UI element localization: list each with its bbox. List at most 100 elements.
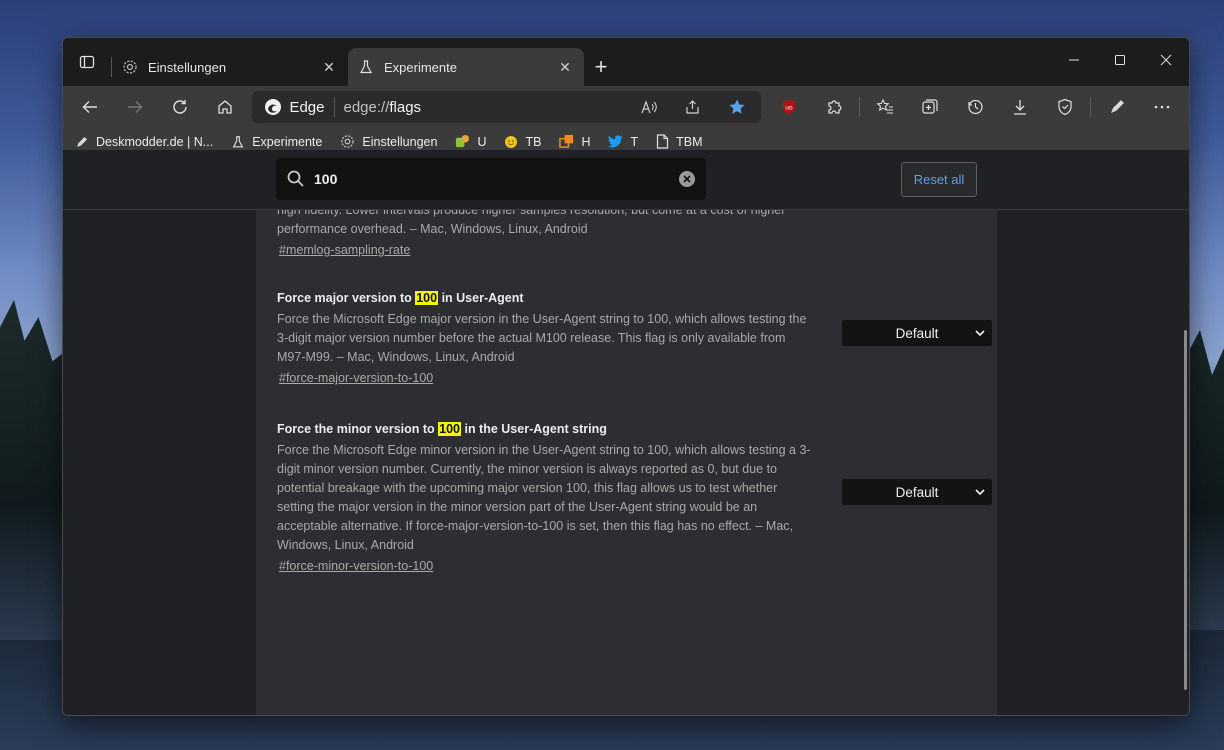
tab-title: Experimente — [384, 59, 457, 75]
url-scheme: edge:// — [343, 98, 390, 116]
gear-icon — [341, 135, 355, 148]
bookmark-u[interactable]: U — [455, 134, 486, 149]
bookmark-tb[interactable]: TB — [504, 135, 541, 149]
plus-icon: + — [594, 54, 608, 79]
experiment-link[interactable]: #memlog-sampling-rate — [279, 243, 977, 257]
bookmark-label: H — [581, 134, 591, 149]
windows-icon — [559, 134, 574, 148]
share-button[interactable] — [675, 93, 711, 121]
flask-icon — [359, 60, 373, 74]
select-value: Default — [895, 325, 939, 341]
experiment-title: Force major version to 100 in User-Agent — [277, 291, 977, 305]
wallpaper-trees-right — [1184, 330, 1224, 630]
read-aloud-button[interactable] — [631, 93, 667, 121]
bookmark-deskmodder[interactable]: Deskmodder.de | N... — [75, 135, 213, 149]
download-icon — [1014, 100, 1027, 115]
gear-icon — [123, 60, 137, 74]
bookmark-h[interactable]: H — [559, 134, 590, 149]
flags-header: 100 Reset all — [63, 150, 1189, 210]
ublock-icon: uo — [782, 99, 795, 115]
forward-button[interactable] — [114, 91, 157, 123]
more-horizontal-icon — [1154, 105, 1169, 109]
home-icon — [218, 100, 232, 114]
close-icon: ✕ — [323, 58, 335, 75]
browser-window: Einstellungen ✕ Experimente ✕ + Edge edg… — [62, 37, 1190, 716]
favorites-button[interactable] — [864, 91, 907, 123]
search-flags-input[interactable]: 100 — [276, 158, 706, 200]
toolbar-separator — [859, 97, 861, 117]
flask-icon — [232, 135, 244, 147]
minimize-button[interactable] — [1051, 38, 1097, 82]
home-button[interactable] — [204, 91, 247, 123]
favorite-button[interactable] — [719, 93, 755, 121]
tab-experimente[interactable]: Experimente ✕ — [348, 48, 584, 86]
title-text: in the User-Agent string — [461, 422, 607, 436]
experiment-link[interactable]: #force-major-version-to-100 — [279, 371, 977, 385]
experiment-description: performance overhead. – Mac, Windows, Li… — [277, 222, 588, 236]
edge-logo-icon — [265, 99, 282, 115]
tab-actions-button[interactable] — [63, 38, 111, 86]
bookmark-einstellungen[interactable]: Einstellungen — [340, 134, 437, 149]
experiment-state-select[interactable]: Default — [842, 320, 992, 346]
history-button[interactable] — [954, 91, 997, 123]
svg-text:uo: uo — [785, 105, 793, 112]
title-text: Force the minor version to — [277, 422, 439, 436]
scrollbar-thumb[interactable] — [1184, 330, 1187, 690]
chevron-down-icon — [975, 489, 985, 496]
title-text: in User-Agent — [438, 291, 524, 305]
history-icon — [968, 99, 983, 115]
recycle-icon — [456, 134, 470, 148]
close-window-button[interactable] — [1143, 38, 1189, 82]
pen-icon — [1110, 100, 1124, 113]
tab-actions-icon — [79, 55, 95, 69]
experiment-state-select[interactable]: Default — [842, 479, 992, 505]
close-tab-button[interactable]: ✕ — [556, 58, 574, 76]
title-bar: Einstellungen ✕ Experimente ✕ + — [63, 38, 1189, 86]
tab-einstellungen[interactable]: Einstellungen ✕ — [112, 48, 348, 86]
shield-heart-icon — [1058, 98, 1072, 116]
bookmark-label: U — [477, 134, 487, 149]
close-tab-button[interactable]: ✕ — [320, 58, 338, 76]
star-filled-icon — [729, 99, 745, 114]
title-text: Force major version to — [277, 291, 416, 305]
bookmark-experimente[interactable]: Experimente — [231, 135, 322, 149]
chevron-down-icon — [975, 330, 985, 337]
close-icon — [1160, 54, 1172, 66]
bookmark-tbm[interactable]: TBM — [656, 134, 703, 149]
maximize-icon — [1115, 55, 1125, 65]
experiment-memlog-sampling-rate: high fidelity. Lower intervals produce h… — [277, 210, 977, 257]
close-icon: ✕ — [559, 58, 571, 75]
reset-all-button[interactable]: Reset all — [901, 162, 977, 197]
url-text[interactable]: edge://flags — [343, 99, 623, 116]
url-path: flags — [389, 98, 422, 116]
share-icon — [686, 100, 699, 114]
new-tab-button[interactable]: + — [584, 48, 618, 86]
collections-button[interactable] — [909, 91, 952, 123]
extensions-button[interactable] — [812, 91, 855, 123]
search-highlight: 100 — [415, 291, 439, 305]
ublock-extension-button[interactable]: uo — [767, 91, 810, 123]
favorites-list-icon — [876, 98, 894, 114]
bookmark-label: TB — [525, 134, 542, 149]
address-bar[interactable]: Edge edge://flags — [252, 91, 762, 123]
twitter-icon — [608, 135, 624, 148]
settings-and-more-button[interactable] — [1140, 91, 1183, 123]
page-content: 100 Reset all high fidelity. Lower inter… — [63, 150, 1189, 715]
select-value: Default — [895, 484, 939, 500]
experiment-link[interactable]: #force-minor-version-to-100 — [279, 559, 977, 573]
pen-extension-button[interactable] — [1095, 91, 1138, 123]
experiments-panel: high fidelity. Lower intervals produce h… — [256, 210, 997, 715]
brand-label: Edge — [289, 98, 325, 116]
maximize-button[interactable] — [1097, 38, 1143, 82]
read-aloud-icon — [641, 100, 658, 114]
experiment-description: Force the Microsoft Edge minor version i… — [277, 443, 811, 552]
arrow-right-icon — [128, 101, 143, 113]
bookmark-t[interactable]: T — [608, 135, 638, 149]
downloads-button[interactable] — [999, 91, 1042, 123]
refresh-button[interactable] — [159, 91, 202, 123]
browser-essentials-button[interactable] — [1043, 91, 1086, 123]
bookmark-label: Deskmodder.de | N... — [96, 134, 214, 149]
clear-search-icon[interactable] — [678, 170, 696, 188]
pen-icon — [77, 136, 87, 147]
back-button[interactable] — [69, 91, 112, 123]
